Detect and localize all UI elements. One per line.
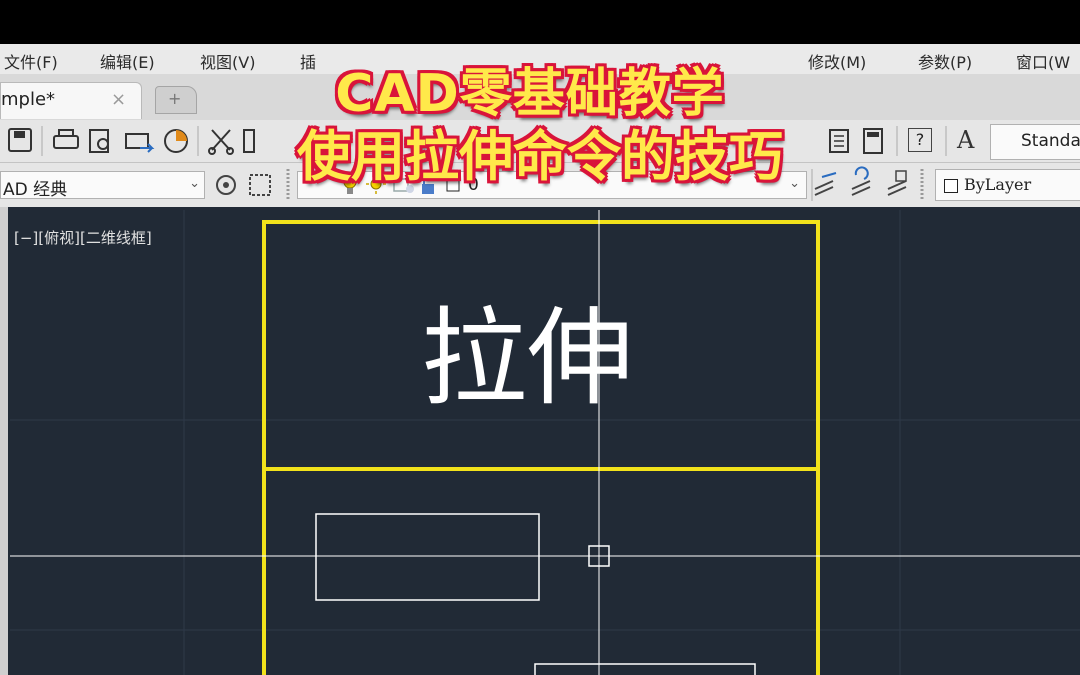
white-rectangle-2[interactable]: [534, 663, 756, 675]
drawing-text[interactable]: 拉伸: [421, 297, 633, 420]
white-rectangle-1[interactable]: [315, 513, 540, 601]
overlay-title-line2: 使用拉伸命令的技巧: [297, 125, 783, 188]
viewport-controls[interactable]: [−][俯视][二维线框]: [14, 227, 152, 248]
yellow-frame[interactable]: [262, 220, 820, 675]
